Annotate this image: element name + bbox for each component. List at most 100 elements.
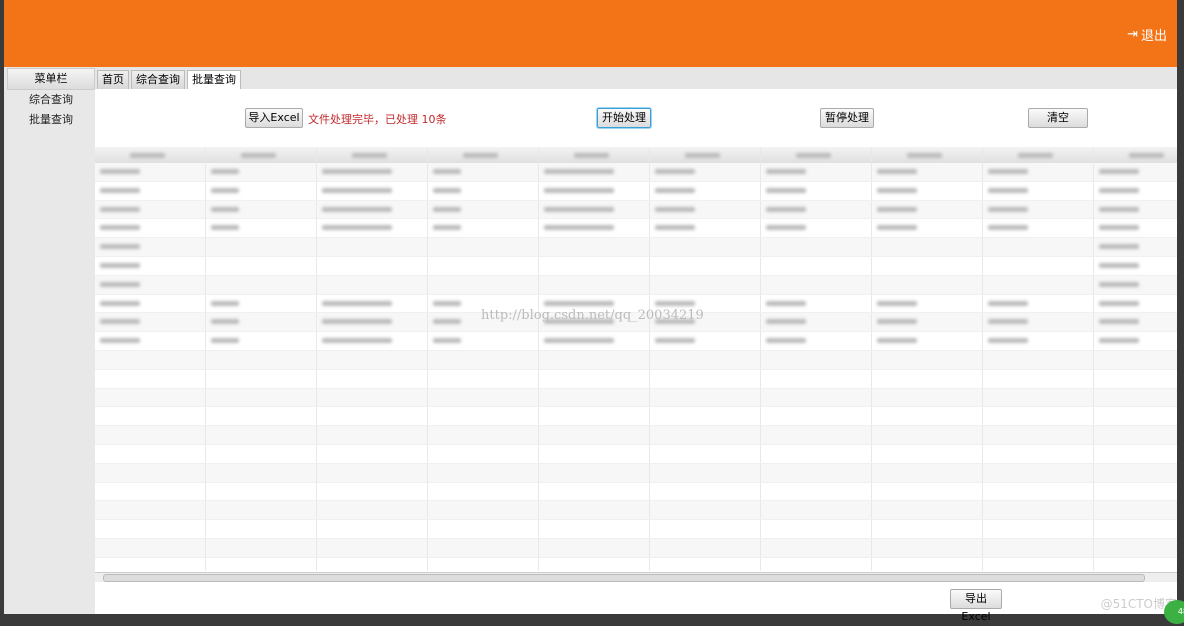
horizontal-scrollbar[interactable]	[95, 572, 1177, 582]
table-row	[95, 407, 1177, 427]
table-cell	[95, 294, 206, 313]
clear-button[interactable]: 清空	[1028, 108, 1088, 128]
table-cell	[428, 181, 539, 200]
table-row	[95, 520, 1177, 539]
table-row	[95, 388, 1177, 408]
table-cell	[539, 520, 650, 538]
table-cell	[650, 238, 761, 256]
table-row	[95, 163, 1177, 182]
table-cell	[317, 350, 428, 369]
table-cell	[1094, 219, 1177, 237]
table-cell	[1094, 389, 1177, 407]
table-cell	[872, 238, 983, 256]
blurred-text	[433, 187, 461, 193]
table-cell	[1094, 276, 1177, 294]
table-cell	[95, 482, 206, 501]
table-cell	[872, 163, 983, 181]
blurred-text	[877, 187, 917, 193]
table-cell	[1094, 351, 1177, 369]
logout-button[interactable]: ⇥ 退出	[1127, 25, 1167, 44]
blurred-text	[1099, 300, 1139, 306]
watermark: http://blog.csdn.net/qq_20034219	[481, 308, 704, 323]
table-cell	[206, 200, 317, 219]
table-cell	[428, 332, 539, 350]
blurred-text	[322, 319, 392, 325]
table-cell	[539, 463, 650, 482]
table-cell	[872, 200, 983, 219]
blurred-text	[1099, 262, 1139, 268]
table-cell	[1094, 539, 1177, 557]
table-cell	[317, 200, 428, 219]
tab-comprehensive-query[interactable]: 综合查询	[131, 70, 185, 89]
table-cell	[428, 200, 539, 219]
table-cell	[872, 313, 983, 332]
blurred-text	[433, 169, 461, 174]
table-cell	[317, 163, 428, 181]
import-excel-button[interactable]: 导入Excel	[245, 108, 303, 128]
table-cell	[95, 388, 206, 407]
table-cell	[983, 181, 1094, 200]
blurred-text	[766, 300, 806, 306]
table-cell	[872, 256, 983, 275]
blurred-text	[100, 300, 140, 306]
table-cell	[206, 369, 317, 388]
table-cell	[650, 538, 761, 557]
table-cell	[650, 163, 761, 181]
blurred-text	[766, 338, 806, 344]
table-cell	[983, 520, 1094, 538]
table-row	[95, 444, 1177, 464]
results-table	[95, 147, 1177, 571]
blurred-text	[1099, 281, 1139, 287]
table-cell	[317, 275, 428, 294]
table-cell	[761, 219, 872, 238]
table-cell	[206, 482, 317, 501]
blurred-text	[574, 153, 609, 158]
table-cell	[539, 538, 650, 557]
table-cell	[206, 256, 317, 275]
tab-batch-query[interactable]: 批量查询	[187, 70, 241, 89]
blurred-text	[1018, 153, 1053, 158]
table-cell	[317, 369, 428, 388]
blurred-text	[100, 319, 140, 325]
table-row	[95, 256, 1177, 276]
start-process-button[interactable]: 开始处理	[597, 108, 651, 128]
table-cell	[650, 388, 761, 407]
blurred-text	[796, 153, 831, 158]
table-cell	[206, 520, 317, 538]
table-cell	[650, 426, 761, 444]
table-cell	[95, 181, 206, 200]
pause-process-button[interactable]: 暂停处理	[820, 108, 874, 128]
blurred-text	[211, 300, 239, 306]
blurred-text	[322, 225, 392, 231]
sidebar-item-batch-query[interactable]: 批量查询	[7, 110, 95, 130]
table-cell	[650, 350, 761, 369]
blurred-text	[211, 225, 239, 231]
table-cell	[650, 501, 761, 520]
table-cell	[206, 238, 317, 256]
sidebar: 菜单栏 综合查询 批量查询	[7, 68, 95, 614]
sidebar-item-comprehensive-query[interactable]: 综合查询	[7, 90, 95, 110]
table-cell	[428, 275, 539, 294]
table-cell	[206, 557, 317, 571]
table-cell	[650, 369, 761, 388]
tab-home[interactable]: 首页	[97, 70, 129, 89]
table-cell	[1094, 163, 1177, 181]
blurred-text	[766, 187, 806, 193]
tab-bar: 首页 综合查询 批量查询	[97, 70, 241, 89]
export-excel-button[interactable]: 导出Excel	[950, 589, 1002, 623]
table-cell	[872, 520, 983, 538]
table-cell	[539, 181, 650, 200]
table-cell	[206, 163, 317, 181]
table-cell	[539, 444, 650, 463]
blurred-text	[1099, 338, 1139, 344]
blurred-text	[322, 206, 392, 212]
blurred-text	[988, 206, 1028, 212]
table-cell	[428, 557, 539, 571]
table-cell	[317, 482, 428, 501]
scrollbar-thumb[interactable]	[103, 574, 1145, 582]
blurred-text	[877, 206, 917, 212]
table-cell	[317, 407, 428, 426]
table-cell	[95, 520, 206, 538]
table-cell	[95, 200, 206, 219]
table-cell	[539, 256, 650, 275]
